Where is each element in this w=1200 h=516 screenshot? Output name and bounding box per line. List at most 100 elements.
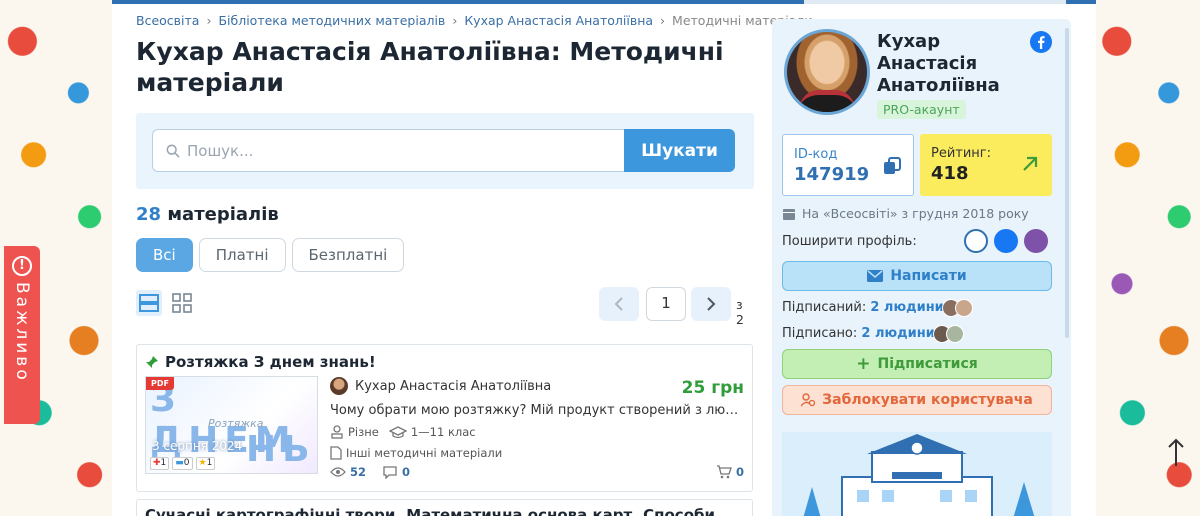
materials-count-number: 28 [136,204,162,225]
views-count: 52 [350,465,367,479]
level-icon [331,425,343,439]
plus-rating: ✚1 [150,457,170,470]
star-rating: ★1 [195,457,216,470]
grades-text: 1—11 клас [410,425,476,439]
cart-icon [716,465,732,479]
alert-icon: ! [12,256,32,276]
breadcrumb: Всеосвіта › Бібліотека методичних матеріал… [136,13,813,28]
thumb-date: 3 серпня 2024 [152,439,243,453]
profile-name: Кухар Анастасія Анатоліївна [877,31,1000,96]
subscriber-avatar[interactable] [946,325,964,343]
filter-paid[interactable]: Платні [198,238,286,272]
rating-label: Рейтинг: [931,146,992,161]
subscribe-label: Підписатися [877,356,978,372]
subscribed-to-link[interactable]: 2 людини [870,300,943,315]
arrow-up-right-icon [1023,156,1038,171]
write-message-label: Написати [890,268,967,284]
block-user-label: Заблокувати користувача [822,392,1033,408]
important-tab-label: Важливо [12,282,32,383]
cart-counter[interactable]: 0 [716,465,744,479]
material-meta-category: Інші методичні матеріали [330,446,502,460]
subscribers-label: Підписано: [782,326,858,341]
next-material-title: Сучасні картографічні твори. Математична… [145,506,715,516]
follower-avatar[interactable] [955,299,973,317]
cart-count: 0 [735,465,744,479]
copy-link-icon[interactable] [964,229,988,253]
breadcrumb-home[interactable]: Всеосвіта [136,13,199,28]
category-text[interactable]: Інші методичні матеріали [346,446,502,460]
important-tab[interactable]: ! Важливо [4,246,40,424]
list-view-icon[interactable] [136,290,162,316]
panel-scrollbar[interactable] [1065,28,1069,338]
material-description: Чому обрати мою розтяжку? Мій продукт ст… [330,403,745,418]
subscribers: Підписано: 2 людини [782,326,935,341]
plus-icon: + [856,354,871,374]
pro-badge: PRO-акаунт [877,100,966,119]
level-text: Різне [348,425,379,439]
subscribers-link[interactable]: 2 людини [861,326,934,341]
eye-icon [330,467,346,477]
material-title[interactable]: Розтяжка З днем знань! [145,353,376,371]
page-title: Кухар Анастасія Анатоліївна: Методичні м… [136,37,724,97]
search-input[interactable] [152,129,626,172]
envelope-icon [867,270,884,282]
member-since: На «Всеосвіті» з грудня 2018 року [782,206,1029,221]
comment-icon [383,466,397,479]
pager-current-page[interactable]: 1 [646,287,686,321]
facebook-share-icon[interactable] [994,229,1018,253]
materials-count-label: матеріалів [167,204,279,225]
share-label: Поширити профіль: [782,234,917,249]
block-user-button[interactable]: Заблокувати користувача [782,385,1052,415]
pager-total: з 2 [736,297,744,327]
subscribed-to-label: Підписаний: [782,300,867,315]
filter-group: Всі Платні Безплатні [136,238,405,272]
graduation-cap-icon [388,426,407,439]
neutral-rating: ▬0 [172,457,193,470]
pager-prev-button[interactable] [599,287,639,321]
document-icon [330,446,342,460]
comments-count: 0 [402,465,411,479]
rating-value: 418 [931,163,969,184]
rating-counters: ✚1 ▬0 ★1 [150,457,216,470]
facebook-icon[interactable] [1030,31,1052,53]
id-code-box: ID-код 147919 [782,134,914,196]
grid-view-icon[interactable] [171,292,193,314]
pager-next-button[interactable] [691,287,731,321]
viber-share-icon[interactable] [1024,229,1048,253]
share-icons [964,229,1048,253]
material-price: 25 грн [681,378,744,398]
material-card[interactable]: Розтяжка З днем знань! З ДНЕМ Розтяжка 3… [136,344,753,492]
school-illustration [782,432,1052,516]
chevron-left-icon [614,297,623,311]
subscribe-button[interactable]: + Підписатися [782,349,1052,379]
scroll-to-top-icon[interactable] [1164,436,1188,470]
material-stats: 52 0 [330,465,410,479]
rating-box: Рейтинг: 418 [920,134,1052,196]
write-message-button[interactable]: Написати [782,261,1052,291]
subscribed-to: Підписаний: 2 людини [782,300,944,315]
material-meta-level: Різне 1—11 клас [330,425,476,439]
breadcrumb-library[interactable]: Бібліотека методичних матеріалів [218,13,445,28]
copy-icon[interactable] [883,157,901,175]
filter-free[interactable]: Безплатні [291,238,405,272]
search-icon [166,144,180,158]
chevron-right-icon [707,297,716,311]
id-label: ID-код [794,147,838,162]
profile-panel: Кухар Анастасія Анатоліївна PRO-акаунт I… [772,19,1071,516]
id-value: 147919 [794,164,870,185]
filter-all[interactable]: Всі [136,238,193,272]
profile-photo [784,29,870,115]
material-thumbnail[interactable]: З ДНЕМ Розтяжка 3 серпня 2024 НЬ! PDF ✚1… [145,376,318,474]
pin-icon [146,356,158,368]
next-material-card[interactable]: Сучасні картографічні твори. Математична… [136,499,753,516]
author-name[interactable]: Кухар Анастасія Анатоліївна [355,379,551,394]
member-since-text: На «Всеосвіті» з грудня 2018 року [802,206,1029,221]
author-avatar[interactable] [330,377,348,395]
breadcrumb-author[interactable]: Кухар Анастасія Анатоліївна [464,13,653,28]
search-panel: Шукати [136,113,754,189]
top-progress-line [112,0,1096,4]
pdf-badge: PDF [146,377,174,390]
calendar-icon [783,208,795,220]
search-button[interactable]: Шукати [624,129,735,172]
material-title-text: Розтяжка З днем знань! [165,353,376,371]
